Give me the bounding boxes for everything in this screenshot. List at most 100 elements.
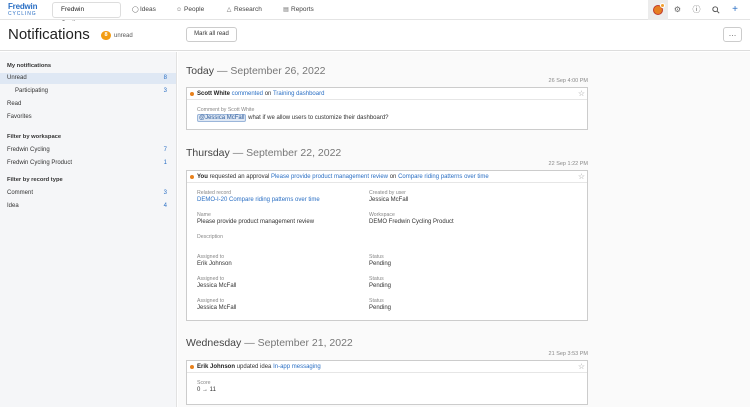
notification-timestamp: 21 Sep 3:53 PM — [548, 351, 588, 357]
star-icon[interactable]: ☆ — [578, 172, 585, 181]
record-link[interactable]: Training dashboard — [273, 91, 324, 97]
record-link[interactable]: Compare riding patterns over time — [398, 174, 489, 180]
sidebar-item-count: 4 — [163, 203, 167, 209]
sidebar-item-label: Fredwin Cycling — [7, 147, 50, 153]
assignee-value: Jessica McFall — [197, 305, 237, 311]
day-date: — September 26, 2022 — [216, 65, 326, 77]
day-date: — September 21, 2022 — [244, 337, 353, 349]
sidebar-item-record-type[interactable]: Comment 3 — [0, 188, 176, 199]
sidebar-item-workspace[interactable]: Fredwin Cycling 7 — [0, 145, 176, 156]
day-heading: Wednesday — September 21, 2022 — [186, 337, 353, 349]
notification-timestamp: 22 Sep 1:22 PM — [548, 161, 588, 167]
nav-people-label: People — [184, 6, 205, 13]
workspace-label: Workspace — [369, 212, 395, 218]
sidebar-item-label: Participating — [15, 88, 49, 94]
sidebar-item-label: Unread — [7, 75, 27, 81]
bar-chart-icon: ▤ — [283, 7, 289, 13]
record-link[interactable]: In-app messaging — [273, 364, 321, 370]
unread-dot — [190, 175, 194, 179]
approval-link[interactable]: Please provide product management review — [271, 174, 388, 180]
description-label: Description — [197, 234, 223, 240]
page-header: Notifications 8 unread Mark all read … — [0, 21, 750, 51]
assigned-label: Assigned to — [197, 276, 225, 282]
status-label: Status — [369, 298, 384, 304]
sidebar-item-favorites[interactable]: Favorites — [0, 112, 176, 123]
person-icon: ☺ — [176, 7, 183, 13]
sidebar-heading-my-notifications: My notifications — [7, 63, 52, 69]
notification-summary: Scott White commented on Training dashbo… — [187, 88, 587, 100]
name-value: Please provide product management review — [197, 219, 315, 225]
logo-line2: CYCLING — [8, 11, 37, 17]
sidebar-item-record-type[interactable]: Idea 4 — [0, 201, 176, 212]
notification-summary: Erik Johnson updated idea In-app messagi… — [187, 361, 587, 373]
sidebar-item-unread[interactable]: Unread 8 — [0, 73, 176, 84]
notification-line: Erik Johnson updated idea In-app messagi… — [197, 363, 321, 371]
lightbulb-icon: ◯ — [132, 7, 139, 13]
preposition: on — [389, 174, 397, 180]
star-icon[interactable]: ☆ — [578, 362, 585, 371]
day-date: — September 22, 2022 — [232, 147, 342, 159]
nav-people[interactable]: ☺ People — [176, 6, 204, 14]
sidebar-heading-record-type: Filter by record type — [7, 177, 63, 183]
nav-research[interactable]: △ Research — [226, 6, 262, 14]
sidebar-item-count: 3 — [163, 190, 167, 196]
nav-reports-label: Reports — [291, 6, 314, 13]
sidebar-item-workspace[interactable]: Fredwin Cycling Product 1 — [0, 158, 176, 169]
created-by-value: Jessica McFall — [369, 197, 409, 203]
sidebar-item-count: 1 — [163, 160, 167, 166]
day-name: Thursday — [186, 147, 230, 159]
sidebar-item-label: Read — [7, 101, 22, 107]
actor-name: Scott White — [197, 91, 230, 97]
unread-label: unread — [114, 33, 133, 39]
notification-feed: Today — September 26, 2022 26 Sep 4:00 P… — [178, 52, 750, 407]
notification-summary: You requested an approval Please provide… — [187, 171, 587, 183]
assignee-value: Jessica McFall — [197, 283, 237, 289]
sidebar: My notifications Unread 8 Participating … — [0, 52, 177, 407]
user-mention[interactable]: @Jessica McFall — [197, 114, 247, 122]
mark-all-read-button[interactable]: Mark all read — [186, 27, 237, 42]
sidebar-item-count: 3 — [163, 88, 167, 94]
workspace-value: DEMO Fredwin Cycling Product — [369, 219, 454, 225]
notification-card[interactable]: Scott White commented on Training dashbo… — [186, 87, 588, 130]
star-icon[interactable]: ☆ — [578, 89, 585, 98]
name-label: Name — [197, 212, 211, 218]
notification-card[interactable]: Erik Johnson updated idea In-app messagi… — [186, 360, 588, 405]
notification-dot — [660, 3, 665, 8]
notification-line: Scott White commented on Training dashbo… — [197, 90, 324, 98]
action-text: requested an approval — [209, 174, 270, 180]
nav-reports[interactable]: ▤ Reports — [283, 6, 314, 14]
created-by-label: Created by user — [369, 190, 406, 196]
top-nav: Fredwin CYCLING Fredwin Cycling▼ ◯Ideas … — [0, 0, 750, 27]
actor-name: Erik Johnson — [197, 364, 236, 370]
notification-card[interactable]: You requested an approval Please provide… — [186, 170, 588, 321]
related-record-link[interactable]: DEMO-I-20 Compare riding patterns over t… — [197, 197, 320, 204]
sidebar-item-label: Comment — [7, 190, 34, 196]
sidebar-item-read[interactable]: Read — [0, 99, 176, 110]
logo-line1: Fredwin — [8, 2, 38, 11]
nav-ideas-label: Ideas — [140, 6, 156, 13]
action-text: updated idea — [236, 364, 272, 370]
status-value: Pending — [369, 305, 392, 311]
notification-line: You requested an approval Please provide… — [197, 173, 489, 181]
nav-ideas[interactable]: ◯Ideas — [132, 6, 156, 14]
status-value: Pending — [369, 261, 392, 267]
unread-count-badge: 8 — [101, 31, 111, 40]
comment-by-label: Comment by Scott White — [197, 107, 255, 113]
status-label: Status — [369, 276, 384, 282]
action-link[interactable]: commented — [232, 91, 263, 97]
sidebar-item-count: 8 — [163, 75, 167, 81]
help-icon[interactable]: ⓘ — [687, 0, 706, 20]
workspace-select[interactable]: Fredwin Cycling▼ — [52, 2, 121, 27]
day-name: Today — [186, 65, 215, 77]
user-menu[interactable] — [648, 0, 668, 20]
plus-icon[interactable]: + — [726, 0, 744, 20]
logo[interactable]: Fredwin CYCLING — [8, 2, 44, 18]
day-heading: Today — September 26, 2022 — [186, 65, 326, 77]
assignee-value: Erik Johnson — [197, 261, 232, 267]
settings-icon[interactable]: ⚙ — [668, 0, 687, 20]
sidebar-item-participating[interactable]: Participating 3 — [0, 86, 176, 97]
status-label: Status — [369, 254, 384, 260]
more-options-button[interactable]: … — [723, 27, 742, 42]
unread-dot — [190, 92, 194, 96]
search-icon[interactable] — [706, 0, 725, 20]
